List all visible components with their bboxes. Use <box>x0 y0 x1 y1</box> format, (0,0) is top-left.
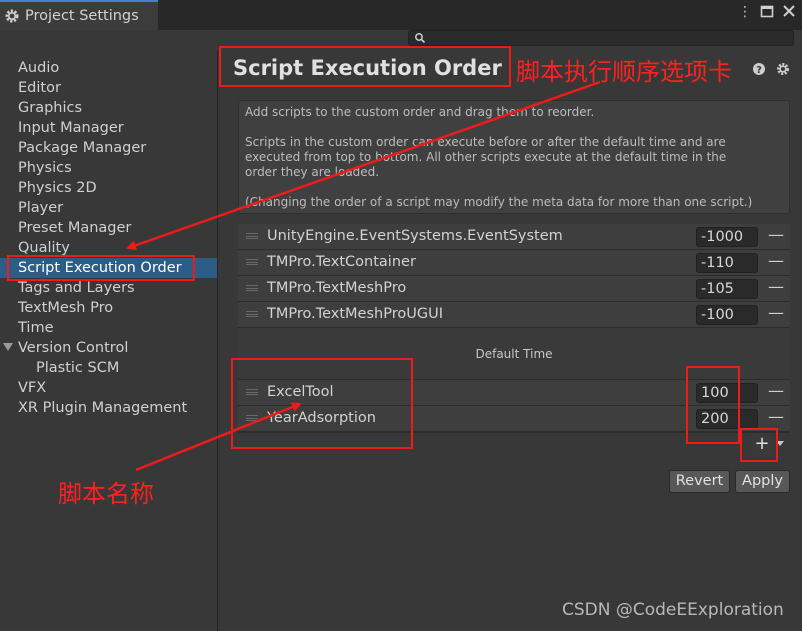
sidebar-item-preset-manager[interactable]: Preset Manager <box>18 218 131 238</box>
order-value-field[interactable]: 100 <box>696 383 758 403</box>
info-line-3: executed from top to bottom. All other s… <box>245 150 727 164</box>
order-row[interactable]: TMPro.TextMeshProUGUI -100 — <box>238 302 790 328</box>
title-bar: Project Settings ⋮ <box>0 0 802 30</box>
script-name: UnityEngine.EventSystems.EventSystem <box>267 228 563 244</box>
order-row[interactable]: UnityEngine.EventSystems.EventSystem -10… <box>238 224 790 250</box>
watermark: CSDN @CodeEExploration <box>562 600 784 620</box>
svg-text:?: ? <box>756 65 762 76</box>
sidebar-item-plastic-scm[interactable]: Plastic SCM <box>36 358 119 378</box>
sidebar-item-player[interactable]: Player <box>18 198 63 218</box>
sidebar-item-script-execution-order[interactable]: Script Execution Order <box>0 258 217 278</box>
remove-button[interactable]: — <box>768 278 784 296</box>
remove-button[interactable]: — <box>768 408 784 426</box>
list-footer <box>238 432 790 458</box>
sidebar-item-tags-and-layers[interactable]: Tags and Layers <box>18 278 135 298</box>
info-line-4: order they are loaded. <box>245 165 380 179</box>
sidebar-item-textmesh-pro[interactable]: TextMesh Pro <box>18 298 113 318</box>
drag-handle-icon[interactable] <box>246 311 258 317</box>
script-name: ExcelTool <box>267 384 334 400</box>
execution-order-list: UnityEngine.EventSystems.EventSystem -10… <box>238 224 790 459</box>
order-value-field[interactable]: -105 <box>696 279 758 299</box>
sidebar-item-input-manager[interactable]: Input Manager <box>18 118 124 138</box>
sidebar-item-physics[interactable]: Physics <box>18 158 72 178</box>
drag-handle-icon[interactable] <box>246 415 258 421</box>
order-row[interactable]: TMPro.TextMeshPro -105 — <box>238 276 790 302</box>
order-row[interactable]: TMPro.TextContainer -110 — <box>238 250 790 276</box>
apply-button[interactable]: Apply <box>735 470 790 493</box>
search-icon <box>415 33 426 44</box>
order-row[interactable]: YearAdsorption 200 — <box>238 406 790 432</box>
sidebar-item-physics-2d[interactable]: Physics 2D <box>18 178 97 198</box>
tab-title: Project Settings <box>25 8 139 24</box>
order-value-field[interactable]: 200 <box>696 409 758 429</box>
help-icon[interactable]: ? <box>752 62 766 76</box>
sidebar-item-graphics[interactable]: Graphics <box>18 98 82 118</box>
sidebar-item-package-manager[interactable]: Package Manager <box>18 138 146 158</box>
chevron-down-icon[interactable] <box>3 343 13 351</box>
annotation-tab-note: 脚本执行顺序选项卡 <box>516 58 732 86</box>
script-name: YearAdsorption <box>267 410 376 426</box>
sidebar-item-audio[interactable]: Audio <box>18 58 59 78</box>
remove-button[interactable]: — <box>768 252 784 270</box>
order-value-field[interactable]: -100 <box>696 305 758 325</box>
script-name: TMPro.TextMeshPro <box>267 280 407 296</box>
remove-button[interactable]: — <box>768 226 784 244</box>
project-settings-tab[interactable]: Project Settings <box>0 0 158 30</box>
annotation-name-note: 脚本名称 <box>58 480 154 508</box>
maximize-icon[interactable] <box>760 4 774 20</box>
drag-handle-icon[interactable] <box>246 259 258 265</box>
add-dropdown-icon[interactable] <box>776 441 784 446</box>
remove-button[interactable]: — <box>768 304 784 322</box>
kebab-menu-icon[interactable]: ⋮ <box>738 4 752 20</box>
sidebar-item-vfx[interactable]: VFX <box>18 378 46 398</box>
remove-button[interactable]: — <box>768 382 784 400</box>
info-line-1: Add scripts to the custom order and drag… <box>245 105 595 119</box>
info-line-2: Scripts in the custom order can execute … <box>245 135 726 149</box>
default-time-separator: Default Time <box>238 328 790 380</box>
script-name: TMPro.TextContainer <box>267 254 416 270</box>
add-script-button[interactable]: + <box>752 433 772 455</box>
drag-handle-icon[interactable] <box>246 389 258 395</box>
order-row[interactable]: ExcelTool 100 — <box>238 380 790 406</box>
drag-handle-icon[interactable] <box>246 233 258 239</box>
sidebar-item-xr-plugin-management[interactable]: XR Plugin Management <box>18 398 187 418</box>
close-icon[interactable] <box>782 4 796 20</box>
gear-icon <box>5 9 19 23</box>
drag-handle-icon[interactable] <box>246 285 258 291</box>
info-line-5: (Changing the order of a script may modi… <box>245 195 753 209</box>
order-value-field[interactable]: -1000 <box>696 227 758 247</box>
script-name: TMPro.TextMeshProUGUI <box>267 306 443 322</box>
page-title: Script Execution Order <box>233 56 502 80</box>
search-input[interactable] <box>408 30 794 46</box>
settings-gear-icon[interactable] <box>776 62 790 76</box>
info-box: Add scripts to the custom order and drag… <box>238 100 790 214</box>
revert-button[interactable]: Revert <box>669 470 730 493</box>
order-value-field[interactable]: -110 <box>696 253 758 273</box>
sidebar-item-version-control[interactable]: Version Control <box>18 338 128 358</box>
sidebar-item-time[interactable]: Time <box>18 318 54 338</box>
sidebar-item-editor[interactable]: Editor <box>18 78 61 98</box>
sidebar-item-quality[interactable]: Quality <box>18 238 70 258</box>
